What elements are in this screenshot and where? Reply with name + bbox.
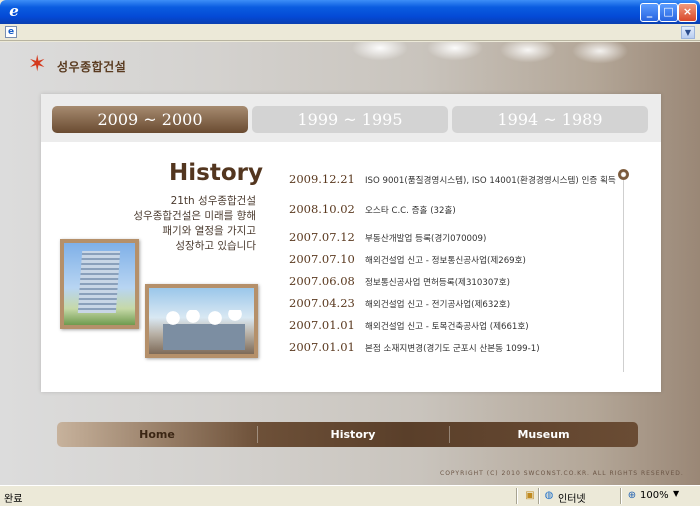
- timeline-date: 2007.04.23: [289, 296, 355, 310]
- intro-line: 21th 성우종합건설: [170, 195, 256, 207]
- address-bar: e ▼: [0, 24, 700, 41]
- zoom-level[interactable]: 100%: [640, 490, 669, 501]
- nav-history[interactable]: History: [257, 422, 449, 447]
- building-photo: [60, 239, 139, 329]
- timeline-event: 정보통신공사업 면허등록(제310307호): [365, 278, 511, 288]
- star-logo-icon[interactable]: ✶: [28, 54, 46, 76]
- year-tab-bar: 2009 ~ 2000 1999 ~ 1995 1994 ~ 1989: [41, 94, 661, 142]
- window-titlebar: e _ □ ×: [0, 0, 700, 24]
- timeline-scroll-knob[interactable]: [618, 169, 629, 180]
- status-text: 완료: [4, 494, 23, 505]
- timeline-event: 해외건설업 신고 - 토목건축공사업 (제661호): [365, 322, 529, 332]
- globe-icon: ◍: [544, 490, 554, 501]
- timeline-date: 2007.01.01: [289, 340, 355, 354]
- timeline-event: 해외건설업 신고 - 정보통신공사업(제269호): [365, 256, 526, 266]
- history-panel: 2009 ~ 2000 1999 ~ 1995 1994 ~ 1989 Hist…: [41, 94, 661, 392]
- timeline-date: 2007.06.08: [289, 274, 355, 288]
- status-separator: [620, 488, 622, 504]
- timeline-date: 2007.07.10: [289, 252, 355, 266]
- company-logo-text[interactable]: 성우종합건설: [57, 58, 126, 75]
- minimize-button[interactable]: _: [640, 3, 659, 22]
- timeline-event: 해외건설업 신고 - 전기공사업(제632호): [365, 300, 511, 310]
- intro-line: 성장하고 있습니다: [175, 240, 256, 252]
- tab-2009-2000[interactable]: 2009 ~ 2000: [52, 106, 248, 133]
- page-content: ✶ 성우종합건설 2009 ~ 2000 1999 ~ 1995 1994 ~ …: [0, 42, 700, 485]
- bottom-navigation: Home History Museum: [57, 422, 638, 447]
- intro-line: 패기와 열정을 가지고: [162, 225, 256, 237]
- timeline-date: 2008.10.02: [289, 202, 355, 216]
- workers-photo: [145, 284, 258, 358]
- zoom-icon[interactable]: ⊕: [626, 490, 638, 502]
- timeline-event: 부동산개발업 등록(경기070009): [365, 234, 487, 244]
- nav-museum[interactable]: Museum: [449, 422, 638, 447]
- intro-line: 성우종합건설은 미래를 향해: [133, 210, 256, 222]
- timeline-event: 본점 소재지변경(경기도 군포시 산본동 1099-1): [365, 344, 540, 354]
- nav-home[interactable]: Home: [57, 422, 257, 447]
- timeline-date: 2007.01.01: [289, 318, 355, 332]
- internet-explorer-icon: e: [9, 2, 19, 20]
- timeline-event: 오스타 C.C. 증홀 (32홀): [365, 206, 456, 216]
- status-bar: 완료 ▣ ◍ 인터넷 ⊕ 100% ▼: [0, 485, 700, 506]
- tab-1994-1989[interactable]: 1994 ~ 1989: [452, 106, 648, 133]
- lock-icon: ▣: [525, 490, 535, 501]
- tab-1999-1995[interactable]: 1999 ~ 1995: [252, 106, 448, 133]
- maximize-button[interactable]: □: [659, 3, 678, 22]
- timeline-date: 2007.07.12: [289, 230, 355, 244]
- page-icon: e: [5, 26, 17, 38]
- status-separator: [516, 488, 518, 504]
- address-dropdown-button[interactable]: ▼: [681, 26, 695, 39]
- timeline-event: ISO 9001(품질경영시스템), ISO 14001(환경경영시스템) 인증…: [365, 176, 616, 186]
- page-title: History: [169, 160, 263, 186]
- timeline-scroll-track[interactable]: [623, 172, 624, 372]
- intro-description: 21th 성우종합건설 성우종합건설은 미래를 향해 패기와 열정을 가지고 성…: [121, 194, 256, 254]
- copyright-text: COPYRIGHT (C) 2010 SWCONST.CO.KR. ALL RI…: [440, 470, 684, 477]
- close-button[interactable]: ×: [678, 3, 697, 22]
- zoom-dropdown-icon[interactable]: ▼: [673, 489, 679, 498]
- timeline-date: 2009.12.21: [289, 172, 355, 186]
- status-separator: [538, 488, 540, 504]
- security-zone-text[interactable]: 인터넷: [558, 490, 586, 505]
